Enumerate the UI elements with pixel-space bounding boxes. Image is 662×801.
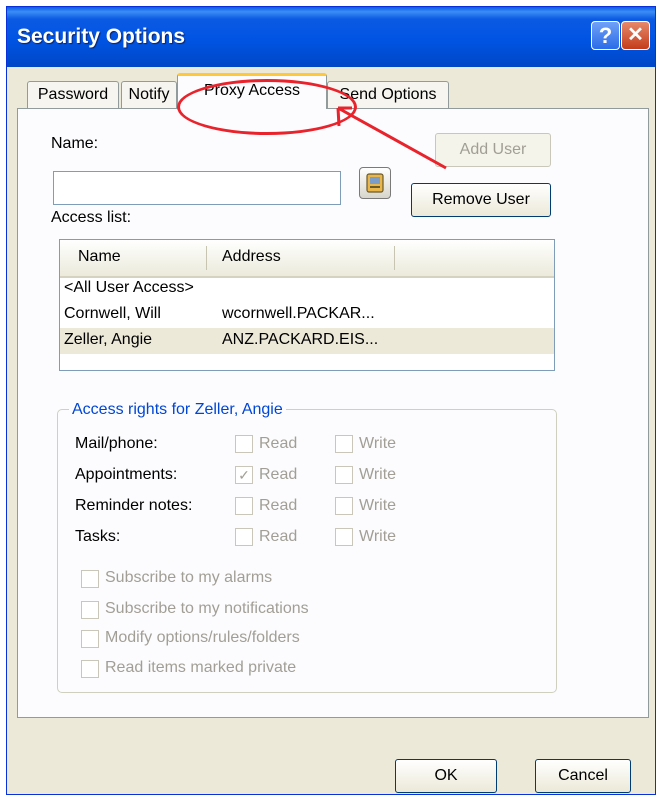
appointments-read-checkbox[interactable]: ✓ (235, 466, 253, 484)
read-label: Read (259, 466, 298, 483)
column-separator[interactable] (394, 246, 395, 270)
read-private-checkbox[interactable] (81, 660, 99, 678)
address-book-button[interactable] (359, 167, 391, 199)
read-label: Read (259, 497, 298, 514)
list-header: Name Address (60, 240, 554, 278)
help-button[interactable]: ? (591, 21, 620, 50)
modify-options-label: Modify options/rules/folders (105, 629, 300, 646)
security-options-dialog: Security Options ? ✕ Password Notify Pro… (6, 6, 656, 795)
reminder-read-checkbox[interactable] (235, 497, 253, 515)
subscribe-alarms-label: Subscribe to my alarms (105, 569, 273, 586)
name-label: Name: (51, 135, 99, 152)
row-address: ANZ.PACKARD.EIS... (222, 331, 379, 348)
write-label: Write (359, 435, 397, 452)
row-address: wcornwell.PACKAR... (222, 305, 375, 322)
list-item-selected[interactable]: Zeller, Angie ANZ.PACKARD.EIS... (60, 328, 554, 354)
appointments-write-checkbox[interactable] (335, 466, 353, 484)
tasks-write-checkbox[interactable] (335, 528, 353, 546)
row-name: Zeller, Angie (64, 331, 153, 348)
mail-write-checkbox[interactable] (335, 435, 353, 453)
address-book-icon (366, 173, 384, 193)
modify-options-checkbox[interactable] (81, 630, 99, 648)
ok-button[interactable]: OK (395, 759, 497, 793)
tab-password[interactable]: Password (27, 81, 119, 108)
name-input[interactable] (53, 171, 341, 205)
column-header-address[interactable]: Address (222, 248, 281, 266)
title-bar[interactable]: Security Options ? ✕ (7, 7, 655, 67)
access-list-label: Access list: (51, 209, 132, 226)
access-rights-title: Access rights for Zeller, Angie (69, 401, 286, 419)
list-item[interactable]: <All User Access> (60, 276, 554, 302)
tasks-read-checkbox[interactable] (235, 528, 253, 546)
column-separator[interactable] (206, 246, 207, 270)
mail-read-checkbox[interactable] (235, 435, 253, 453)
reminder-write-checkbox[interactable] (335, 497, 353, 515)
rights-label-reminder-notes: Reminder notes: (75, 497, 193, 514)
row-name: Cornwell, Will (64, 305, 161, 322)
cancel-button[interactable]: Cancel (535, 759, 631, 793)
read-private-label: Read items marked private (105, 659, 297, 676)
subscribe-alarms-checkbox[interactable] (81, 570, 99, 588)
annotation-circle (177, 79, 357, 135)
window-title: Security Options (17, 25, 186, 48)
write-label: Write (359, 528, 397, 545)
list-item[interactable]: Cornwell, Will wcornwell.PACKAR... (60, 302, 554, 328)
close-button[interactable]: ✕ (621, 21, 650, 50)
read-label: Read (259, 435, 298, 452)
subscribe-notifications-checkbox[interactable] (81, 601, 99, 619)
remove-user-button[interactable]: Remove User (411, 183, 551, 217)
rights-label-appointments: Appointments: (75, 466, 178, 483)
row-name: <All User Access> (64, 279, 194, 296)
read-label: Read (259, 528, 298, 545)
rights-label-tasks: Tasks: (75, 528, 121, 545)
rights-label-mail-phone: Mail/phone: (75, 435, 158, 452)
tab-notify[interactable]: Notify (121, 81, 177, 108)
write-label: Write (359, 466, 397, 483)
write-label: Write (359, 497, 397, 514)
subscribe-notifications-label: Subscribe to my notifications (105, 600, 309, 617)
column-header-name[interactable]: Name (78, 248, 121, 266)
access-list[interactable]: Name Address <All User Access> Cornwell,… (59, 239, 555, 371)
add-user-button[interactable]: Add User (435, 133, 551, 167)
